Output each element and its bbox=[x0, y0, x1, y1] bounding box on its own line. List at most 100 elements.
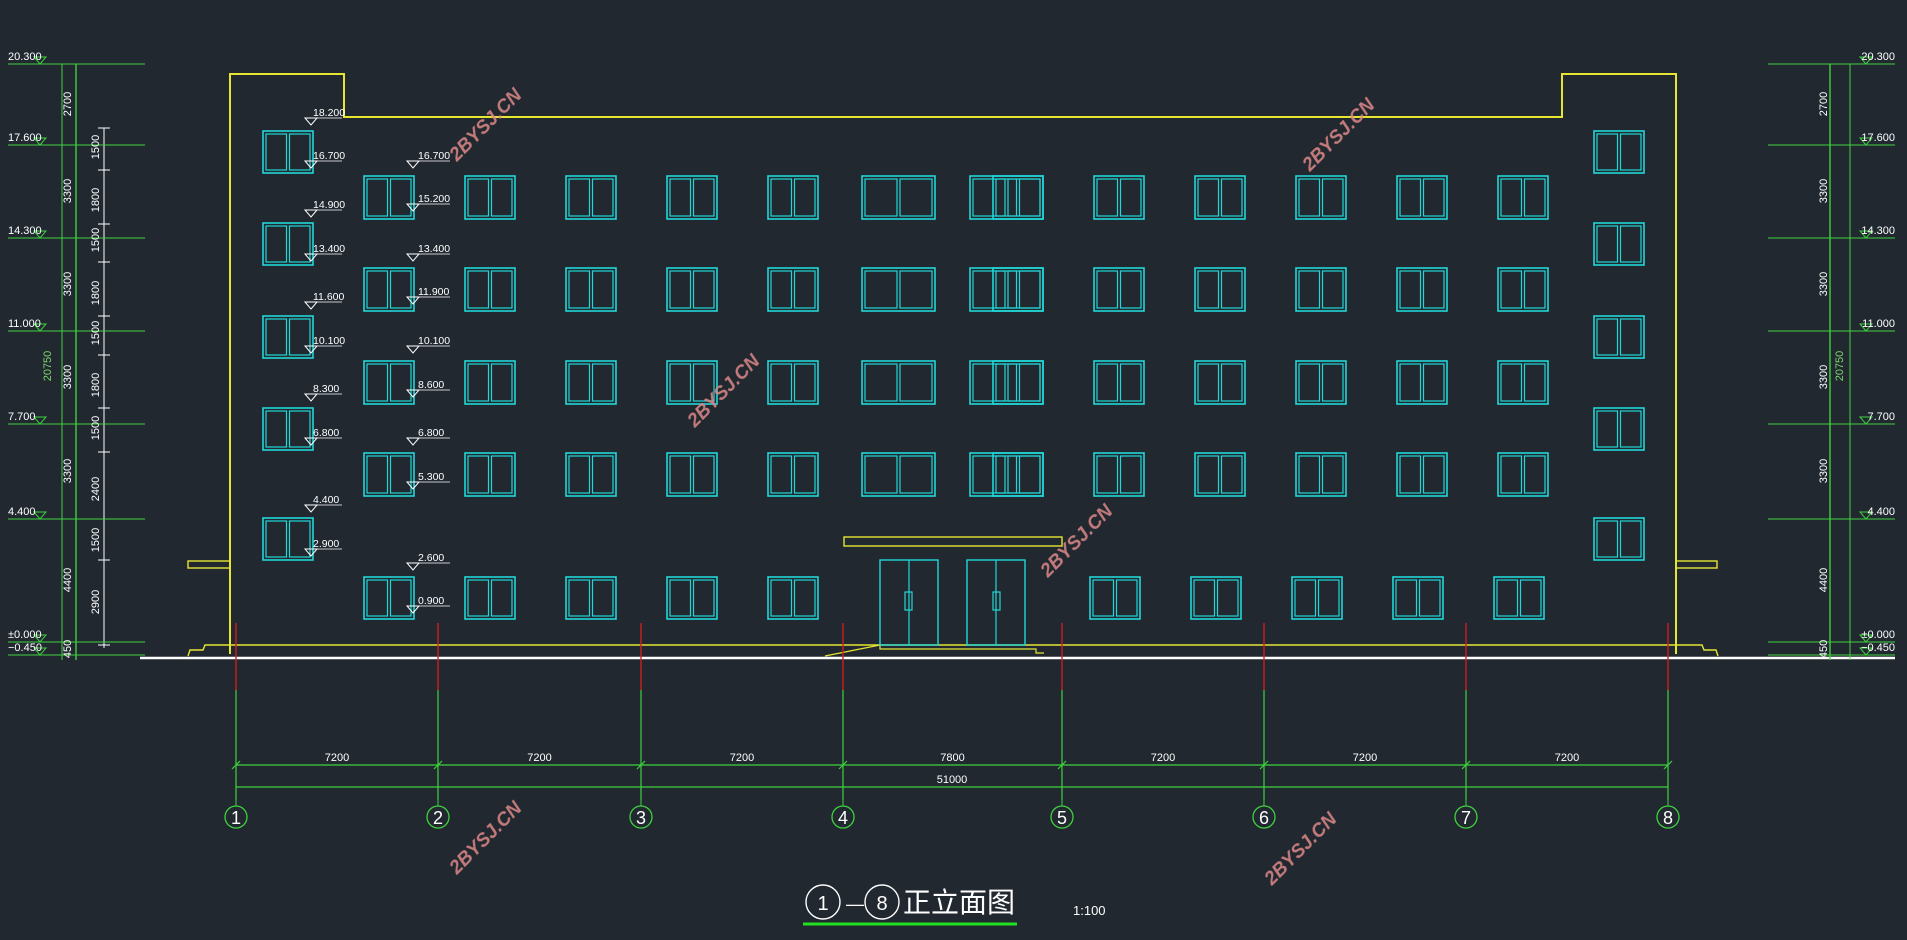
window-frame bbox=[262, 130, 314, 174]
window-sash-right bbox=[288, 410, 311, 448]
window-sash-right bbox=[1119, 178, 1142, 217]
window-sash-right bbox=[1418, 579, 1441, 617]
window-sash-left bbox=[770, 363, 793, 402]
axis-label: 7 bbox=[1461, 808, 1471, 828]
window-frame bbox=[1291, 576, 1343, 620]
window-frame bbox=[992, 267, 1044, 312]
window-stair bbox=[1593, 407, 1645, 451]
window-wide bbox=[969, 360, 1044, 405]
window-sash-right bbox=[1220, 455, 1243, 494]
left-level-label: 17.600 bbox=[8, 132, 42, 144]
window-frame bbox=[565, 267, 617, 312]
level-marker bbox=[32, 511, 48, 520]
window bbox=[363, 175, 415, 220]
window-sash-left bbox=[864, 270, 898, 309]
right-outer-dim: 450 bbox=[1818, 640, 1830, 658]
window-wide bbox=[969, 267, 1044, 312]
window-frame bbox=[1493, 576, 1545, 620]
window-sash-left bbox=[366, 363, 389, 402]
window bbox=[1295, 360, 1347, 405]
window-sash-left bbox=[467, 579, 490, 617]
window bbox=[767, 452, 819, 497]
window-frame bbox=[1194, 267, 1246, 312]
right-level-label: 11.000 bbox=[1862, 318, 1895, 330]
title-axis-from: 1 bbox=[817, 893, 828, 915]
window bbox=[1093, 175, 1145, 220]
window bbox=[1396, 267, 1448, 312]
left-inner-dim: 1500 bbox=[90, 416, 102, 440]
window bbox=[363, 267, 415, 312]
window-sash-left bbox=[1096, 363, 1119, 402]
window-sash-left bbox=[265, 520, 288, 558]
window-sash-right bbox=[1422, 178, 1445, 217]
window-frame bbox=[969, 452, 1044, 497]
window-frame bbox=[666, 576, 718, 620]
window-frame bbox=[767, 267, 819, 312]
overall-dim-label: 51000 bbox=[937, 774, 968, 786]
left-level-label: −0.450 bbox=[8, 642, 42, 654]
bay-dim-label: 7200 bbox=[1353, 752, 1377, 764]
window-stair bbox=[1593, 130, 1645, 174]
window-frame bbox=[1497, 360, 1549, 405]
window-sash-right bbox=[1220, 363, 1243, 402]
window-sash-right bbox=[793, 455, 816, 494]
stair-level-label: 10.100 bbox=[313, 335, 345, 347]
window-sash-right bbox=[1321, 178, 1344, 217]
left-inner-dim: 1800 bbox=[90, 188, 102, 212]
window-sash-left bbox=[669, 455, 692, 494]
right-outer-dim: 3300 bbox=[1818, 272, 1830, 296]
window bbox=[1396, 175, 1448, 220]
bay-dim-label: 7200 bbox=[1555, 752, 1579, 764]
window-sash-left bbox=[669, 363, 692, 402]
window-sash-right bbox=[1216, 579, 1239, 617]
window-sash-left bbox=[1294, 579, 1317, 617]
window-frame bbox=[1194, 175, 1246, 220]
left-inner-dim: 1500 bbox=[90, 135, 102, 159]
bay-level-label: 11.900 bbox=[418, 286, 449, 298]
window-sash-left bbox=[669, 270, 692, 309]
left-total-height: 20750 bbox=[42, 351, 54, 382]
window-frame bbox=[262, 407, 314, 451]
window-sash-left bbox=[864, 178, 898, 217]
window-frame bbox=[861, 267, 936, 312]
window-sash-left bbox=[1596, 133, 1619, 171]
level-marker bbox=[405, 203, 421, 212]
level-marker bbox=[303, 504, 319, 513]
axis-label: 5 bbox=[1057, 808, 1067, 828]
left-level-label: 11.000 bbox=[8, 318, 41, 330]
window bbox=[464, 452, 516, 497]
window-frame bbox=[262, 222, 314, 266]
level-marker bbox=[303, 345, 319, 354]
window bbox=[666, 267, 718, 312]
window bbox=[992, 267, 1044, 312]
window-frame bbox=[565, 576, 617, 620]
window-frame bbox=[1396, 452, 1448, 497]
window-sash-right bbox=[1523, 178, 1546, 217]
window bbox=[1194, 360, 1246, 405]
window-wide bbox=[861, 452, 936, 497]
bay-level-label: 13.400 bbox=[418, 243, 450, 255]
window-frame bbox=[1093, 452, 1145, 497]
right-total-height: 20750 bbox=[1834, 351, 1846, 382]
window-frame bbox=[1497, 175, 1549, 220]
window-stair bbox=[1593, 222, 1645, 266]
window-sash-right bbox=[1619, 318, 1642, 356]
watermark-2: 2BYSJ.CN bbox=[1298, 94, 1380, 176]
window bbox=[363, 452, 415, 497]
window-sash-left bbox=[1399, 455, 1422, 494]
window-sash-right bbox=[692, 178, 715, 217]
window-sash-right bbox=[793, 178, 816, 217]
window-frame bbox=[969, 267, 1044, 312]
window-frame bbox=[861, 360, 936, 405]
right-level-label: −0.450 bbox=[1861, 642, 1895, 654]
window-sash-left bbox=[770, 579, 793, 617]
window-frame bbox=[1593, 315, 1645, 359]
window-sash-right bbox=[1321, 455, 1344, 494]
window-sash-right bbox=[1422, 455, 1445, 494]
stair-level-label: 2.900 bbox=[313, 538, 339, 550]
window-sash-right bbox=[1519, 579, 1542, 617]
window-wide bbox=[861, 267, 936, 312]
window-sash-left bbox=[568, 178, 591, 217]
window bbox=[767, 360, 819, 405]
entrance-canopy bbox=[843, 536, 1063, 547]
